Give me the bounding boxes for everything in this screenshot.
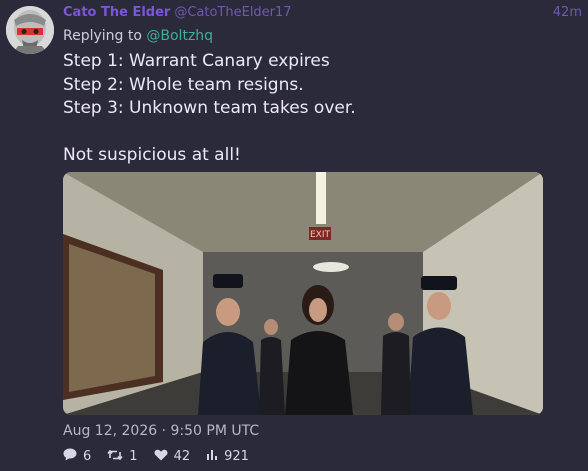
retweet-count: 1 — [129, 449, 138, 464]
tweet-line: Step 2: Whole team resigns. — [63, 74, 304, 95]
tweet-line-gap — [63, 121, 356, 145]
replying-to: Replying to @Boltzhq — [63, 28, 213, 44]
reply-icon — [63, 448, 83, 465]
replying-prefix: Replying to — [63, 28, 142, 44]
tweet-header: Cato The Elder @CatoTheElder17 42m — [63, 5, 582, 25]
reply-button[interactable]: 6 — [63, 448, 91, 465]
tweet-actions: 6 1 42 921 — [63, 448, 265, 465]
like-count: 42 — [173, 449, 191, 464]
author-handle[interactable]: @CatoTheElder17 — [174, 5, 291, 20]
exit-sign-text: EXIT — [310, 230, 331, 240]
tweet-line: Not suspicious at all! — [63, 145, 241, 165]
tweet-time[interactable]: 42m — [553, 5, 582, 20]
retweet-button[interactable]: 1 — [107, 449, 138, 465]
media-image[interactable]: EXIT — [63, 172, 543, 415]
retweet-icon — [107, 449, 129, 465]
views-count: 921 — [224, 449, 249, 464]
like-button[interactable]: 42 — [154, 449, 191, 465]
reply-count: 6 — [83, 449, 92, 464]
views-icon — [206, 449, 224, 465]
views-button[interactable]: 921 — [206, 449, 249, 465]
avatar[interactable] — [6, 6, 54, 54]
tweet-line: Step 3: Unknown team takes over. — [63, 98, 356, 118]
tweet-body: Step 1: Warrant Canary expires Step 2: W… — [63, 50, 356, 168]
like-icon — [154, 449, 174, 465]
author-name[interactable]: Cato The Elder — [63, 5, 170, 20]
tweet-line: Step 1: Warrant Canary expires — [63, 51, 330, 71]
replying-to-link[interactable]: @Boltzhq — [146, 28, 213, 44]
tweet-timestamp[interactable]: Aug 12, 2026 · 9:50 PM UTC — [63, 423, 259, 439]
